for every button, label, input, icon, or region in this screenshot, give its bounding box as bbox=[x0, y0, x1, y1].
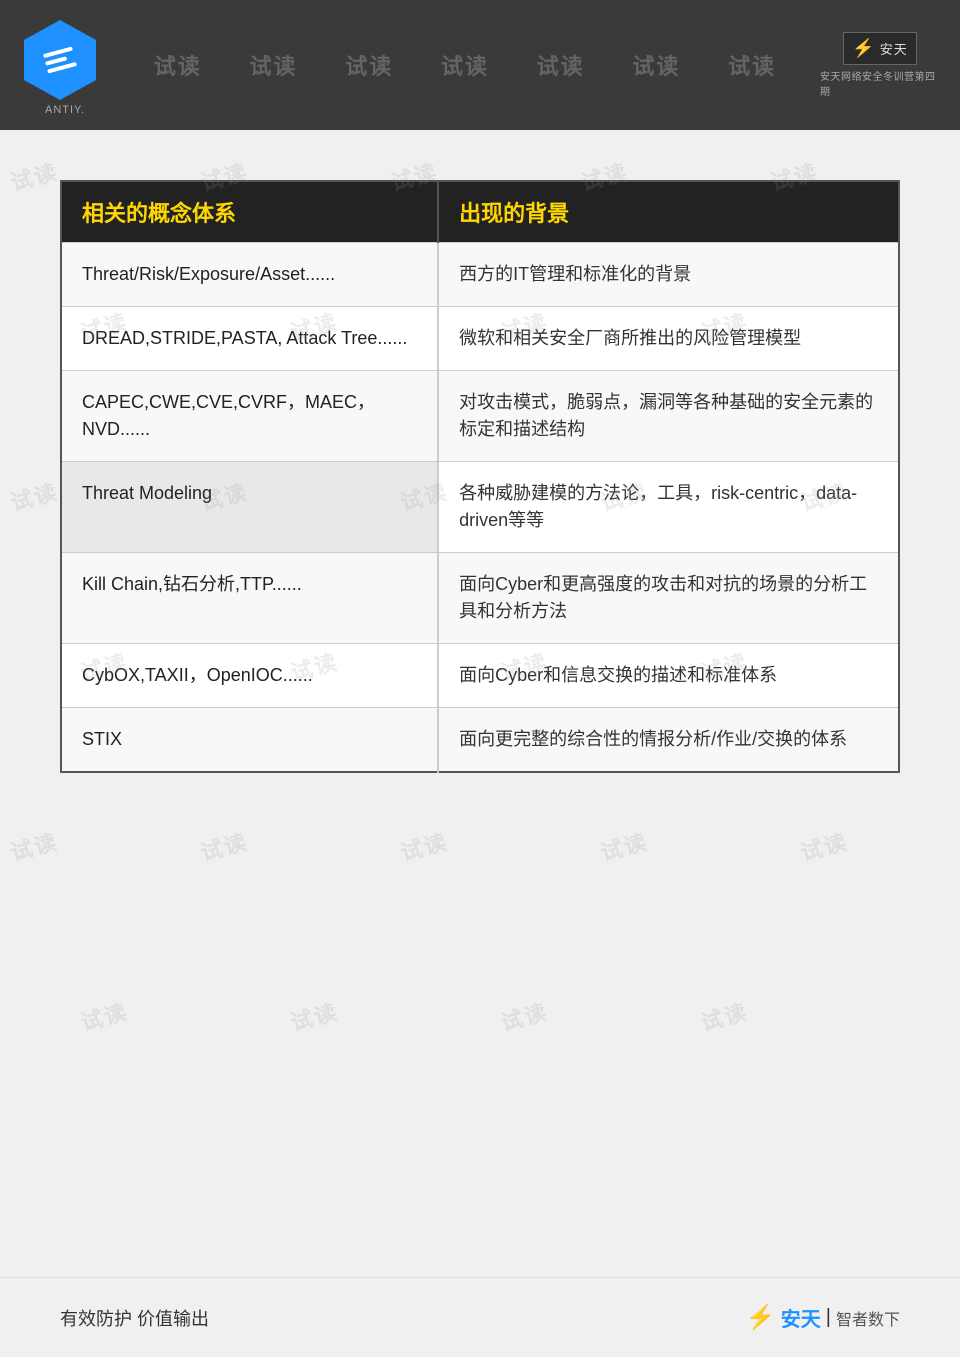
brand-subtitle: 安天网络安全冬训营第四期 bbox=[820, 68, 940, 98]
brand-icon: ⚡ bbox=[852, 38, 874, 59]
row7-col2: 面向更完整的综合性的情报分析/作业/交换的体系 bbox=[438, 708, 899, 773]
row2-col1: DREAD,STRIDE,PASTA, Attack Tree...... bbox=[61, 307, 438, 371]
row6-col2: 面向Cyber和信息交换的描述和标准体系 bbox=[438, 644, 899, 708]
row5-col1: Kill Chain,钻石分析,TTP...... bbox=[61, 553, 438, 644]
wm-body-23: 试读 bbox=[797, 824, 852, 867]
row5-col2: 面向Cyber和更高强度的攻击和对抗的场景的分析工具和分析方法 bbox=[438, 553, 899, 644]
row4-col2: 各种威胁建模的方法论，工具，risk-centric，data-driven等等 bbox=[438, 462, 899, 553]
footer-tagline: 有效防护 价值输出 bbox=[60, 1305, 209, 1331]
row1-col1: Threat/Risk/Exposure/Asset...... bbox=[61, 243, 438, 307]
header-wm-5: 试读 bbox=[537, 49, 585, 81]
row2-col2: 微软和相关安全厂商所推出的风险管理模型 bbox=[438, 307, 899, 371]
row7-col1: STIX bbox=[61, 708, 438, 773]
header-wm-4: 试读 bbox=[441, 49, 489, 81]
row6-col1: CybOX,TAXII，OpenIOC...... bbox=[61, 644, 438, 708]
table-row: STIX 面向更完整的综合性的情报分析/作业/交换的体系 bbox=[61, 708, 899, 773]
brand-text-cn: 安天 bbox=[880, 39, 908, 58]
wm-body-26: 试读 bbox=[497, 994, 552, 1037]
wm-body-19: 试读 bbox=[7, 824, 62, 867]
table-row: Threat Modeling 各种威胁建模的方法论，工具，risk-centr… bbox=[61, 462, 899, 553]
wm-body-25: 试读 bbox=[287, 994, 342, 1037]
header-wm-6: 试读 bbox=[632, 49, 680, 81]
main-table: 相关的概念体系 出现的背景 Threat/Risk/Exposure/Asset… bbox=[60, 180, 900, 773]
brand-logo-box: ⚡ 安天 bbox=[843, 32, 916, 65]
footer: 有效防护 价值输出 ⚡ 安天 | 智者数下 bbox=[0, 1277, 960, 1357]
footer-brand: ⚡ 安天 | 智者数下 bbox=[746, 1303, 900, 1332]
footer-brand-slogan: 智者数下 bbox=[836, 1306, 900, 1330]
wm-body-22: 试读 bbox=[597, 824, 652, 867]
logo-lines bbox=[43, 46, 77, 73]
row3-col1: CAPEC,CWE,CVE,CVRF，MAEC，NVD...... bbox=[61, 371, 438, 462]
header-brand: ⚡ 安天 安天网络安全冬训营第四期 bbox=[820, 25, 940, 105]
table-row: CAPEC,CWE,CVE,CVRF，MAEC，NVD...... 对攻击模式，… bbox=[61, 371, 899, 462]
footer-brand-separator: | bbox=[826, 1306, 831, 1329]
col1-header: 相关的概念体系 bbox=[61, 181, 438, 243]
main-content: 相关的概念体系 出现的背景 Threat/Risk/Exposure/Asset… bbox=[0, 130, 960, 803]
wm-body-27: 试读 bbox=[697, 994, 752, 1037]
wm-body-20: 试读 bbox=[197, 824, 252, 867]
table-row: Kill Chain,钻石分析,TTP...... 面向Cyber和更高强度的攻… bbox=[61, 553, 899, 644]
header-wm-3: 试读 bbox=[345, 49, 393, 81]
col2-header: 出现的背景 bbox=[438, 181, 899, 243]
row4-col1: Threat Modeling bbox=[61, 462, 438, 553]
header-watermarks: 试读 试读 试读 试读 试读 试读 试读 bbox=[110, 49, 820, 81]
table-header-row: 相关的概念体系 出现的背景 bbox=[61, 181, 899, 243]
header-wm-7: 试读 bbox=[728, 49, 776, 81]
row1-col2: 西方的IT管理和标准化的背景 bbox=[438, 243, 899, 307]
logo-hexagon bbox=[20, 20, 100, 100]
footer-brand-cn: 安天 bbox=[781, 1303, 821, 1332]
header: ANTIY. 试读 试读 试读 试读 试读 试读 试读 ⚡ 安天 安天网络安全冬… bbox=[0, 0, 960, 130]
footer-brand-text: 安天 | 智者数下 bbox=[781, 1303, 900, 1332]
table-row: Threat/Risk/Exposure/Asset...... 西方的IT管理… bbox=[61, 243, 899, 307]
footer-brand-icon: ⚡ bbox=[746, 1303, 776, 1332]
wm-body-24: 试读 bbox=[77, 994, 132, 1037]
logo-text: ANTIY. bbox=[20, 104, 110, 116]
logo-container: ANTIY. bbox=[20, 20, 110, 110]
header-wm-2: 试读 bbox=[250, 49, 298, 81]
header-wm-1: 试读 bbox=[154, 49, 202, 81]
logo-line-1 bbox=[43, 46, 73, 58]
row3-col2: 对攻击模式，脆弱点，漏洞等各种基础的安全元素的标定和描述结构 bbox=[438, 371, 899, 462]
wm-body-21: 试读 bbox=[397, 824, 452, 867]
table-row: CybOX,TAXII，OpenIOC...... 面向Cyber和信息交换的描… bbox=[61, 644, 899, 708]
table-row: DREAD,STRIDE,PASTA, Attack Tree...... 微软… bbox=[61, 307, 899, 371]
